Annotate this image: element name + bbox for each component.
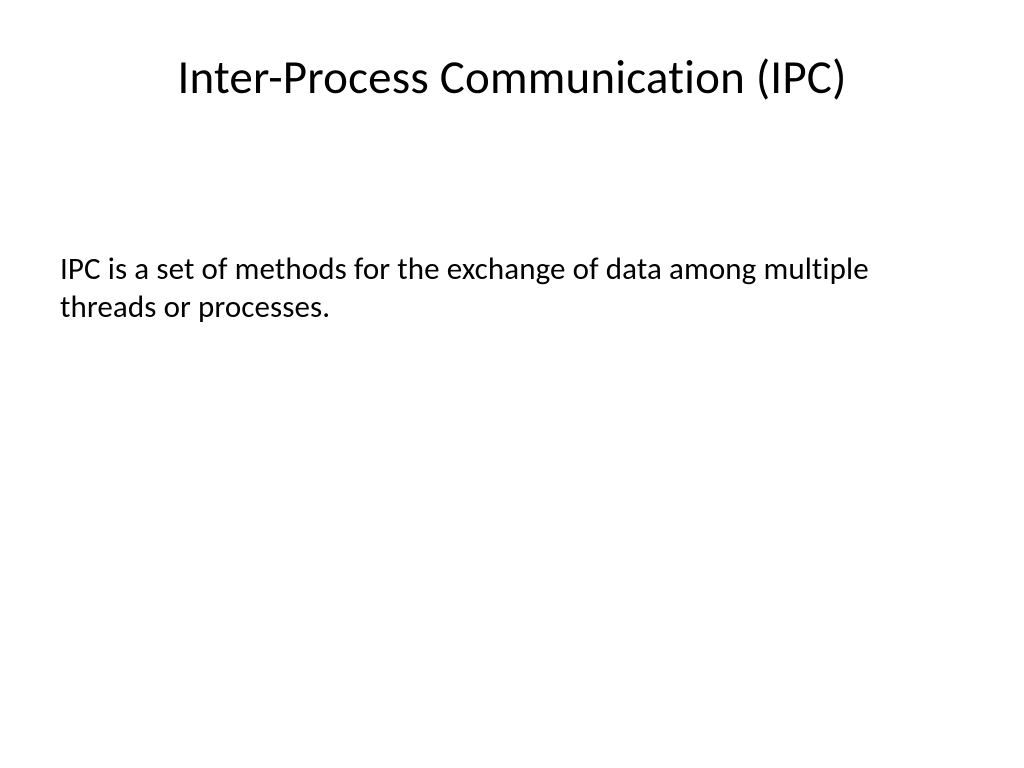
slide-body-text: IPC is a set of methods for the exchange… xyxy=(60,251,964,327)
slide-container: Inter-Process Communication (IPC) IPC is… xyxy=(0,0,1024,768)
slide-title: Inter-Process Communication (IPC) xyxy=(60,48,964,106)
